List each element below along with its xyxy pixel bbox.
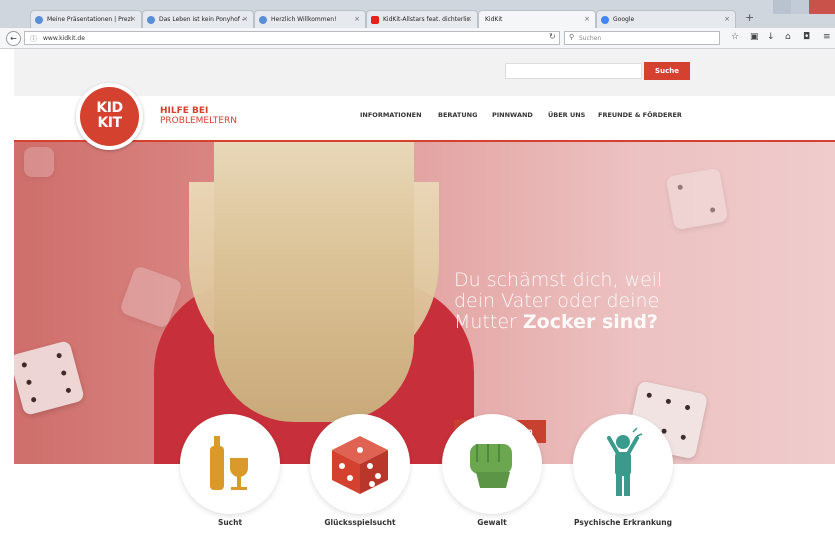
tab-label: KidKit-Allstars feat. dichterlic — [383, 16, 470, 23]
close-tab-icon[interactable]: × — [584, 15, 590, 23]
close-window-button[interactable] — [809, 0, 835, 14]
logo-badge: KID KIT — [80, 87, 139, 146]
category-label-sucht[interactable]: Sucht — [165, 518, 295, 527]
tab-kidkit[interactable]: KidKit × — [478, 10, 596, 28]
dice-icon — [332, 436, 388, 494]
hero-person-hair-front — [214, 142, 414, 422]
tab-ponyhof[interactable]: Das Leben ist kein Ponyhof - × — [142, 10, 254, 28]
tab-label: Das Leben ist kein Ponyhof - — [159, 16, 244, 23]
browser-window: Meine Präsentationen | Prezi × Das Leben… — [0, 0, 835, 549]
category-sucht[interactable] — [180, 414, 280, 514]
close-tab-icon[interactable]: × — [242, 15, 248, 23]
close-tab-icon[interactable]: × — [466, 15, 472, 23]
willkommen-favicon-icon — [259, 16, 267, 24]
bottle-glass-icon — [210, 436, 248, 490]
hero-banner: Du schämst dich, weil dein Vater oder de… — [14, 142, 835, 464]
nav-item-informationen[interactable]: INFORMATIONEN — [360, 111, 422, 119]
category-label-gewalt[interactable]: Gewalt — [427, 518, 557, 527]
category-label-psychische-erkrankung[interactable]: Psychische Erkrankung — [558, 518, 688, 527]
prezi-favicon-icon — [35, 16, 43, 24]
browser-search-field[interactable]: ⚲ Suchen — [564, 31, 720, 45]
reload-icon[interactable]: ↻ — [549, 32, 556, 41]
dice-decoration — [665, 167, 729, 231]
nav-item-pinnwand[interactable]: PINNWAND — [492, 111, 533, 119]
bookmark-star-icon[interactable]: ☆ — [731, 32, 739, 42]
download-icon[interactable]: ↓ — [767, 32, 775, 42]
back-button[interactable]: ← — [6, 31, 21, 46]
close-tab-icon[interactable]: × — [724, 15, 730, 23]
category-psychische-erkrankung[interactable] — [573, 414, 673, 514]
tab-youtube[interactable]: KidKit-Allstars feat. dichterlic × — [366, 10, 478, 28]
close-tab-icon[interactable]: × — [354, 15, 360, 23]
nav-item-freunde-foerderer[interactable]: FREUNDE & FÖRDERER — [598, 111, 682, 119]
top-search-strip: Suche — [14, 49, 835, 96]
kidkit-logo[interactable]: KID KIT — [76, 83, 143, 150]
hero-headline: Du schämst dich, weil dein Vater oder de… — [454, 270, 664, 333]
headline-line1: Du schämst dich, weil — [454, 269, 663, 291]
category-section — [14, 464, 835, 549]
pocket-icon[interactable]: ◘ — [803, 32, 810, 42]
tagline-line1: HILFE BEI — [160, 106, 209, 116]
logo-text-bottom: KIT — [97, 115, 122, 131]
site-search-button[interactable]: Suche — [644, 62, 690, 80]
tab-prezi[interactable]: Meine Präsentationen | Prezi × — [30, 10, 142, 28]
tab-label: KidKit — [485, 16, 503, 23]
navigation-toolbar: ← ⓘ www.kidkit.de ↻ ⚲ Suchen ☆ ▣ ↓ ⌂ ◘ ≡ — [0, 28, 835, 49]
clipboard-icon[interactable]: ▣ — [750, 32, 759, 42]
search-icon: ⚲ — [569, 33, 575, 41]
headline-line3-prefix: Mutter — [454, 311, 523, 333]
nav-item-ueber-uns[interactable]: ÜBER UNS — [548, 111, 585, 119]
nav-item-beratung[interactable]: BERATUNG — [438, 111, 477, 119]
logo-text-top: KID — [96, 100, 123, 116]
window-controls — [773, 0, 835, 14]
tab-label: Herzlich Willkommen! — [271, 16, 337, 23]
headline-line3: Mutter Zocker sind? — [454, 312, 664, 333]
headline-emphasis: Zocker sind? — [522, 311, 658, 333]
dice-decoration — [14, 340, 85, 416]
address-bar[interactable]: ⓘ www.kidkit.de — [24, 31, 560, 45]
site-search-input[interactable] — [505, 63, 642, 79]
category-gewalt[interactable] — [442, 414, 542, 514]
fist-icon — [470, 444, 512, 488]
ponyhof-favicon-icon — [147, 16, 155, 24]
tab-google[interactable]: Google × — [596, 10, 736, 28]
category-gluecksspielsucht[interactable] — [310, 414, 410, 514]
minimize-button[interactable] — [773, 0, 791, 14]
url-text: www.kidkit.de — [43, 35, 85, 42]
web-page: Suche KID KIT HILFE BEI PROBLEMELTERN IN… — [14, 49, 835, 549]
tab-strip: Meine Präsentationen | Prezi × Das Leben… — [0, 0, 835, 28]
tab-willkommen[interactable]: Herzlich Willkommen! × — [254, 10, 366, 28]
headline-line2: dein Vater oder deine — [454, 290, 660, 312]
dice-decoration — [24, 147, 54, 177]
maximize-button[interactable] — [791, 0, 809, 14]
tab-label: Google — [613, 16, 635, 23]
search-placeholder: Suchen — [579, 35, 602, 42]
close-tab-icon[interactable]: × — [130, 15, 136, 23]
site-tagline: HILFE BEI PROBLEMELTERN — [160, 106, 237, 126]
home-icon[interactable]: ⌂ — [785, 32, 791, 42]
category-label-gluecksspielsucht[interactable]: Glücksspielsucht — [295, 518, 425, 527]
new-tab-button[interactable]: + — [745, 11, 754, 24]
tagline-line2: PROBLEMELTERN — [160, 116, 238, 126]
stressed-person-icon — [607, 427, 643, 496]
menu-icon[interactable]: ≡ — [823, 32, 831, 42]
youtube-favicon-icon — [371, 16, 379, 24]
tab-label: Meine Präsentationen | Prezi — [47, 16, 133, 23]
google-favicon-icon — [601, 16, 609, 24]
site-info-icon[interactable]: ⓘ — [30, 34, 37, 44]
